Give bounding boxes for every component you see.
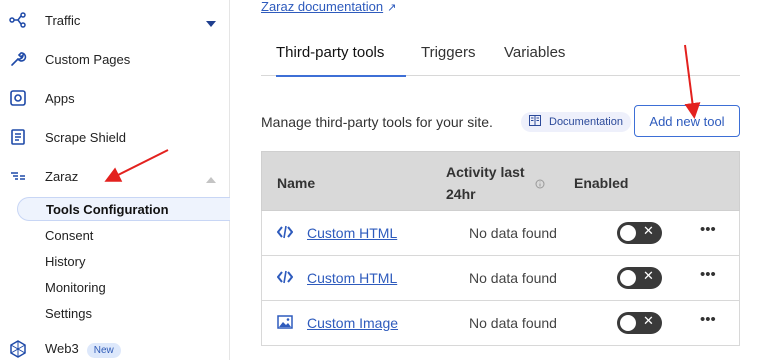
sidebar-subitem-label: Settings [45,305,92,321]
code-icon [276,270,294,286]
book-icon [529,115,541,129]
sidebar-subitem-label: History [45,253,86,269]
tab-label: Third-party tools [276,44,385,61]
sidebar-item-label: Zaraz [45,168,79,184]
image-icon [277,315,293,331]
activity-value: No data found [469,315,557,331]
sidebar-subitem-consent[interactable]: Consent [17,223,230,247]
sidebar: Traffic Custom Pages Apps Scrape Shield … [0,0,230,360]
more-options-icon[interactable]: ••• [700,221,716,238]
more-options-icon[interactable]: ••• [700,266,716,283]
traffic-icon [9,11,27,29]
close-icon: ✕ [643,314,654,329]
code-icon [276,225,294,241]
sidebar-subitem-label: Consent [45,227,94,243]
toggle-knob [620,315,636,331]
tab-label: Triggers [421,44,476,61]
table-row: Custom HTML No data found ✕ ••• [261,211,740,256]
activity-value: No data found [469,225,557,241]
sidebar-subitem-label: Monitoring [45,279,106,295]
zaraz-documentation-link[interactable]: Zaraz documentation ↗ [261,0,396,14]
header-enabled: Enabled [574,175,629,191]
toggle-knob [620,270,636,286]
sidebar-subitem-settings[interactable]: Settings [17,301,230,325]
wrench-icon [9,50,27,68]
web3-icon [9,340,27,358]
page-description: Manage third-party tools for your site. [261,114,493,130]
tab-label: Variables [504,44,566,61]
sidebar-item-label: Custom Pages [45,51,131,67]
enabled-toggle[interactable]: ✕ [617,222,662,244]
enabled-toggle[interactable]: ✕ [617,312,662,334]
apps-icon [9,89,27,107]
more-options-icon[interactable]: ••• [700,311,716,328]
sidebar-item-traffic[interactable]: Traffic [0,4,230,36]
add-new-tool-button[interactable]: Add new tool [634,105,740,137]
sidebar-subitem-history[interactable]: History [17,249,230,273]
sidebar-item-label: Traffic [45,12,81,28]
tool-name-link[interactable]: Custom HTML [307,270,397,286]
close-icon: ✕ [643,224,654,239]
web3-label: Web3 [45,340,79,356]
header-activity-line2: 24hr [446,186,476,202]
documentation-pill-label: Documentation [549,116,623,128]
sidebar-item-web3[interactable]: Web3 New [0,333,230,360]
tab-third-party-tools[interactable]: Third-party tools [276,44,406,77]
sidebar-item-label: Scrape Shield [45,129,126,145]
info-icon[interactable] [535,176,545,194]
sidebar-subitem-label: Tools Configuration [46,201,169,217]
main-content: Zaraz documentation ↗ Third-party tools T… [230,0,768,360]
close-icon: ✕ [643,269,654,284]
documentation-pill[interactable]: Documentation [521,112,631,132]
activity-value: No data found [469,270,557,286]
new-badge: New [86,342,121,358]
sidebar-item-label: Apps [45,90,75,106]
table-row: Custom HTML No data found ✕ ••• [261,256,740,301]
tab-triggers[interactable]: Triggers [421,44,475,76]
tool-name-link[interactable]: Custom Image [307,315,398,331]
sidebar-item-apps[interactable]: Apps [0,82,230,114]
sidebar-item-scrape-shield[interactable]: Scrape Shield [0,121,230,153]
table-row: Custom Image No data found ✕ ••• [261,301,740,346]
doc-link-label: Zaraz documentation [261,0,384,14]
sidebar-item-label: Web3 New [45,341,121,358]
caret-down-icon[interactable] [206,16,216,27]
toggle-knob [620,225,636,241]
sidebar-subitem-tools-configuration[interactable]: Tools Configuration [17,197,230,221]
tabs: Third-party tools Triggers Variables [261,40,740,77]
sidebar-item-zaraz[interactable]: Zaraz [0,160,230,192]
document-icon [9,128,27,146]
enabled-toggle[interactable]: ✕ [617,267,662,289]
header-activity-line1: Activity last [446,164,525,180]
header-name: Name [277,175,316,191]
table-header: Name Activity last 24hr Enabled [261,151,740,211]
zaraz-icon [9,167,27,185]
tab-variables[interactable]: Variables [504,44,565,76]
sidebar-item-custom-pages[interactable]: Custom Pages [0,43,230,75]
external-link-icon: ↗ [387,2,397,14]
sidebar-subitem-monitoring[interactable]: Monitoring [17,275,230,299]
caret-up-icon[interactable] [206,172,216,183]
tool-name-link[interactable]: Custom HTML [307,225,397,241]
